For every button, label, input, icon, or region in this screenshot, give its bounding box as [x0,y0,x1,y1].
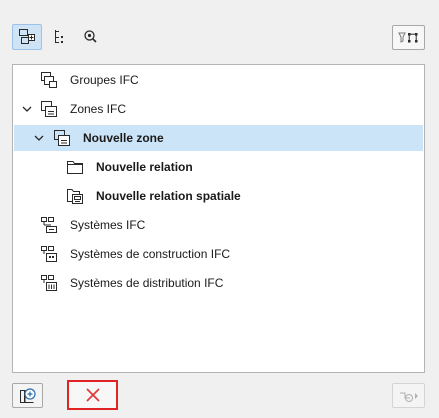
tree-item-label: Systèmes de distribution IFC [70,276,224,290]
tree-item-zones-ifc[interactable]: Zones IFC [14,96,423,122]
filter-icon [397,32,417,43]
hierarchy-view-button[interactable] [47,24,73,50]
tree-item-label: Nouvelle relation [96,160,193,174]
tree-structure-icon [19,29,35,44]
add-group-icon [19,387,36,403]
delete-button[interactable] [67,380,118,410]
ifc-tree: Groupes IFC Zones IFC Nouvelle zone Nouv… [12,64,425,373]
tree-item-label: Zones IFC [70,102,127,116]
ifc-system-icon [41,217,57,233]
close-icon [85,388,100,402]
tree-view-button[interactable] [12,24,42,50]
tree-item-nouvelle-relation-spatiale[interactable]: Nouvelle relation spatiale [14,183,423,209]
new-group-button[interactable] [12,383,43,408]
tree-item-systemes-distribution-ifc[interactable]: Systèmes de distribution IFC [14,270,423,296]
tree-item-nouvelle-zone[interactable]: Nouvelle zone [14,125,423,151]
ifc-building-system-icon [41,246,57,262]
tree-item-label: Nouvelle zone [83,131,164,145]
options-arrow-icon [399,392,418,402]
ifc-zone-icon [54,130,70,146]
spatial-relation-icon [67,189,83,204]
chevron-down-icon[interactable] [33,132,45,144]
tree-item-label: Groupes IFC [70,73,139,87]
chevron-down-icon[interactable] [21,103,33,115]
hierarchy-list-icon [55,30,63,43]
ifc-zone-icon [41,101,57,117]
options-button[interactable] [392,383,425,408]
tree-item-label: Systèmes IFC [70,218,146,232]
magnifier-icon [84,30,97,43]
tree-item-systemes-construction-ifc[interactable]: Systèmes de construction IFC [14,241,423,267]
search-button[interactable] [78,24,104,50]
ifc-group-icon [41,72,57,88]
filter-button[interactable] [392,25,425,50]
folder-icon [67,161,83,174]
tree-item-label: Systèmes de construction IFC [70,247,231,261]
tree-item-groupes-ifc[interactable]: Groupes IFC [14,67,423,93]
ifc-distribution-system-icon [41,275,57,291]
tree-item-nouvelle-relation[interactable]: Nouvelle relation [14,154,423,180]
ifc-manager-panel: Groupes IFC Zones IFC Nouvelle zone Nouv… [0,0,439,418]
tree-item-systemes-ifc[interactable]: Systèmes IFC [14,212,423,238]
tree-item-label: Nouvelle relation spatiale [96,189,241,203]
